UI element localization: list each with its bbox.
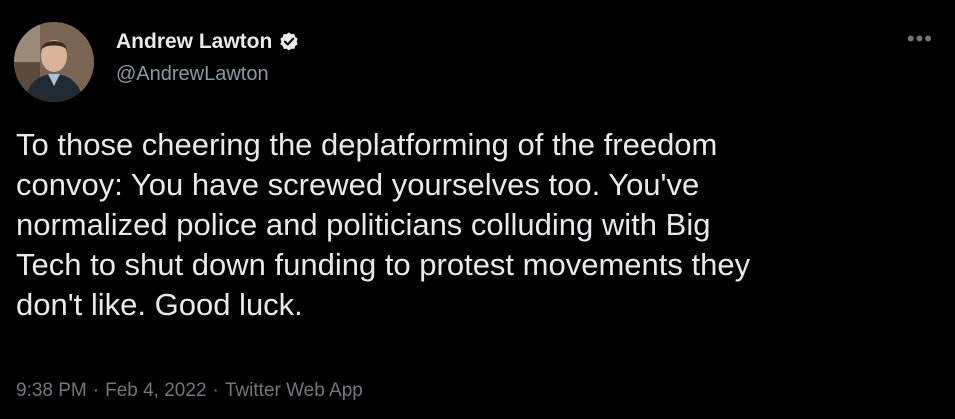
tweet-metadata: 9:38 PM · Feb 4, 2022 · Twitter Web App — [16, 380, 363, 402]
tweet-card[interactable]: Andrew Lawton @AndrewLawton ••• To those… — [0, 0, 955, 419]
more-options-icon[interactable]: ••• — [907, 28, 933, 50]
verified-badge-icon — [280, 32, 298, 51]
tweet-source[interactable]: Twitter Web App — [225, 380, 363, 402]
author-display-name[interactable]: Andrew Lawton — [116, 30, 272, 54]
avatar[interactable] — [14, 22, 94, 102]
tweet-text: To those cheering the deplatforming of t… — [16, 127, 751, 322]
tweet-date[interactable]: Feb 4, 2022 — [105, 380, 206, 402]
tweet-time[interactable]: 9:38 PM — [16, 380, 87, 402]
author-name-row: Andrew Lawton — [116, 30, 300, 54]
avatar-image — [14, 22, 94, 102]
meta-separator: · — [92, 380, 100, 401]
author-handle[interactable]: @AndrewLawton — [116, 63, 269, 86]
meta-separator: · — [212, 380, 219, 401]
